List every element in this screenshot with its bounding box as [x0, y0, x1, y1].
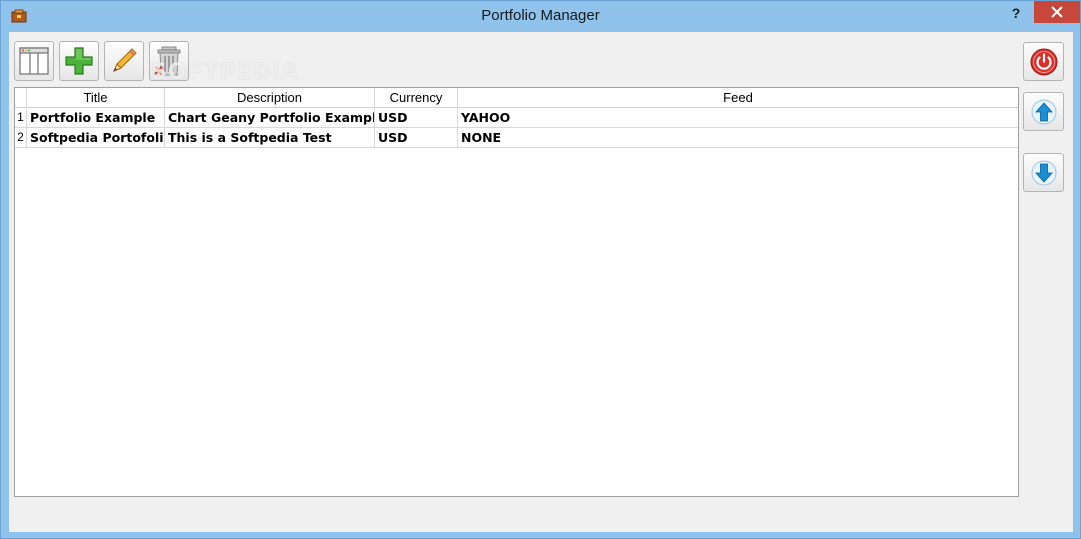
watermark-logo: SOFTPEDIA — [151, 60, 300, 85]
portfolio-table[interactable]: Title Description Currency Feed 1 Portfo… — [14, 87, 1019, 497]
window-title: Portfolio Manager — [481, 7, 600, 24]
cell-title[interactable]: Portfolio Example — [27, 108, 165, 127]
title-bar[interactable]: Portfolio Manager ? — [1, 1, 1080, 31]
row-number: 2 — [15, 128, 27, 147]
cell-description[interactable]: Chart Geany Portfolio Example — [165, 108, 375, 127]
app-window: Portfolio Manager ? SOFTPEDIA Title Desc… — [0, 0, 1081, 539]
table-row[interactable]: 1 Portfolio Example Chart Geany Portfoli… — [15, 108, 1018, 128]
client-area: SOFTPEDIA Title Description Currency Fee… — [9, 32, 1073, 532]
power-button[interactable] — [1023, 42, 1064, 81]
move-down-button[interactable] — [1023, 153, 1064, 192]
cell-title[interactable]: Softpedia Portofolio — [27, 128, 165, 147]
edit-button[interactable] — [104, 41, 144, 81]
cell-currency[interactable]: USD — [375, 108, 458, 127]
table-row[interactable]: 2 Softpedia Portofolio This is a Softped… — [15, 128, 1018, 148]
view-button[interactable] — [14, 41, 54, 81]
header-description[interactable]: Description — [165, 88, 375, 108]
cell-currency[interactable]: USD — [375, 128, 458, 147]
close-button[interactable] — [1034, 1, 1080, 23]
window-layout-icon — [19, 47, 49, 75]
row-number: 1 — [15, 108, 27, 127]
header-feed[interactable]: Feed — [458, 88, 1018, 108]
header-title[interactable]: Title — [27, 88, 165, 108]
arrow-up-icon — [1031, 99, 1057, 125]
pencil-icon — [113, 48, 137, 72]
power-icon — [1030, 48, 1058, 76]
header-rownum — [15, 88, 27, 108]
cell-feed[interactable]: NONE — [458, 128, 1018, 147]
cell-description[interactable]: This is a Softpedia Test — [165, 128, 375, 147]
header-currency[interactable]: Currency — [375, 88, 458, 108]
add-button[interactable] — [59, 41, 99, 81]
cell-feed[interactable]: YAHOO — [458, 108, 1018, 127]
plus-icon — [65, 47, 93, 75]
arrow-down-icon — [1031, 160, 1057, 186]
help-button[interactable]: ? — [1001, 3, 1031, 25]
move-up-button[interactable] — [1023, 92, 1064, 131]
table-header: Title Description Currency Feed — [15, 88, 1018, 108]
close-icon — [1051, 6, 1063, 18]
